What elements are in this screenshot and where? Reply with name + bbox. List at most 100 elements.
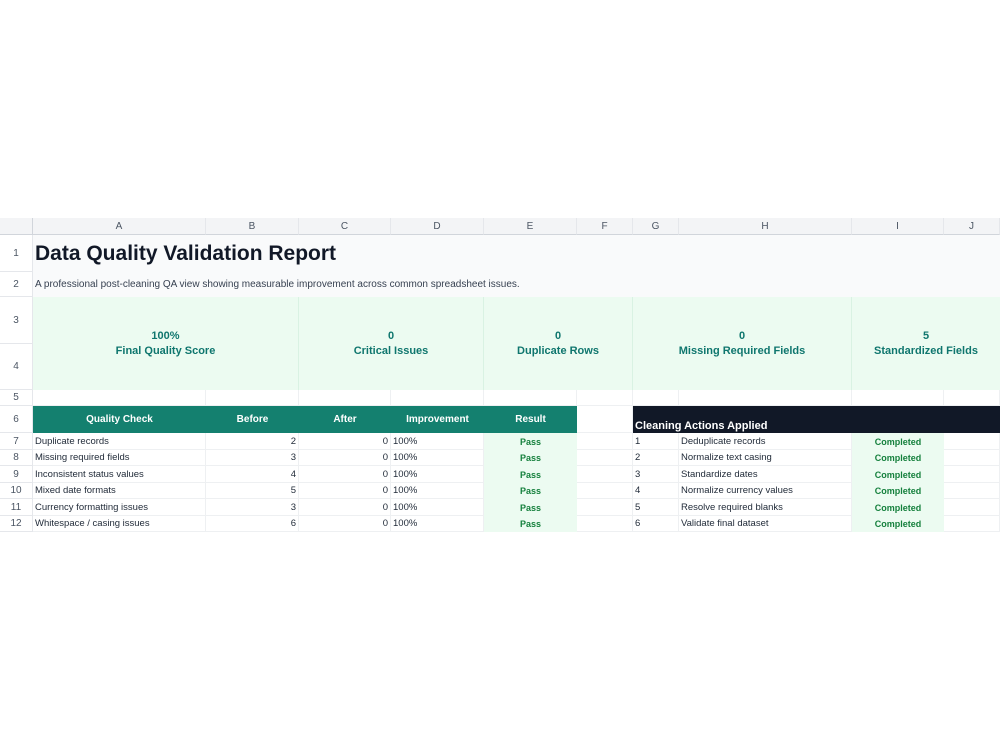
header-after[interactable]: After — [299, 406, 391, 433]
column-header-i[interactable]: I — [852, 218, 944, 235]
column-header-g[interactable]: G — [633, 218, 679, 235]
header-cleaning-actions[interactable]: Cleaning Actions Applied — [633, 406, 1000, 433]
action-cell[interactable]: Normalize text casing — [679, 450, 852, 466]
column-header-e[interactable]: E — [484, 218, 577, 235]
empty-cell[interactable] — [391, 390, 484, 406]
action-number-cell[interactable]: 1 — [633, 433, 679, 450]
quality-check-cell[interactable]: Inconsistent status values — [33, 466, 206, 483]
before-cell[interactable]: 3 — [206, 450, 299, 466]
after-cell[interactable]: 0 — [299, 466, 391, 483]
improvement-cell[interactable]: 100% — [391, 433, 484, 450]
result-cell[interactable]: Pass — [484, 516, 577, 532]
empty-cell[interactable] — [944, 390, 1000, 406]
empty-cell[interactable] — [852, 390, 944, 406]
column-header-d[interactable]: D — [391, 218, 484, 235]
action-cell[interactable]: Validate final dataset — [679, 516, 852, 532]
empty-cell[interactable] — [944, 499, 1000, 516]
empty-cell[interactable] — [577, 433, 633, 450]
empty-cell[interactable] — [577, 390, 633, 406]
action-number-cell[interactable]: 4 — [633, 483, 679, 499]
empty-cell[interactable] — [577, 406, 633, 433]
column-header-c[interactable]: C — [299, 218, 391, 235]
action-status-cell[interactable]: Completed — [852, 466, 944, 483]
column-header-a[interactable]: A — [33, 218, 206, 235]
row-header-9[interactable]: 9 — [0, 466, 33, 483]
empty-cell[interactable] — [577, 499, 633, 516]
row-header-11[interactable]: 11 — [0, 499, 33, 516]
empty-cell[interactable] — [577, 516, 633, 532]
kpi-final-quality-score[interactable]: 100% Final Quality Score — [33, 297, 299, 390]
empty-cell[interactable] — [944, 466, 1000, 483]
row-header-7[interactable]: 7 — [0, 433, 33, 450]
improvement-cell[interactable]: 100% — [391, 466, 484, 483]
empty-cell[interactable] — [577, 466, 633, 483]
empty-cell[interactable] — [679, 390, 852, 406]
row-header-5[interactable]: 5 — [0, 390, 33, 406]
page-title[interactable]: Data Quality Validation Report — [35, 235, 935, 272]
column-header-b[interactable]: B — [206, 218, 299, 235]
empty-cell[interactable] — [299, 390, 391, 406]
after-cell[interactable]: 0 — [299, 433, 391, 450]
result-cell[interactable]: Pass — [484, 499, 577, 516]
header-result[interactable]: Result — [484, 406, 577, 433]
before-cell[interactable]: 6 — [206, 516, 299, 532]
result-cell[interactable]: Pass — [484, 483, 577, 499]
row-header-6[interactable]: 6 — [0, 406, 33, 433]
action-cell[interactable]: Normalize currency values — [679, 483, 852, 499]
action-cell[interactable]: Deduplicate records — [679, 433, 852, 450]
column-header-f[interactable]: F — [577, 218, 633, 235]
result-cell[interactable]: Pass — [484, 450, 577, 466]
empty-cell[interactable] — [944, 433, 1000, 450]
action-status-cell[interactable]: Completed — [852, 516, 944, 532]
select-all-corner[interactable] — [0, 218, 33, 235]
result-cell[interactable]: Pass — [484, 466, 577, 483]
empty-cell[interactable] — [206, 390, 299, 406]
kpi-duplicate-rows[interactable]: 0 Duplicate Rows — [484, 297, 633, 390]
empty-cell[interactable] — [944, 516, 1000, 532]
column-header-h[interactable]: H — [679, 218, 852, 235]
empty-cell[interactable] — [633, 390, 679, 406]
header-before[interactable]: Before — [206, 406, 299, 433]
empty-cell[interactable] — [484, 390, 577, 406]
action-number-cell[interactable]: 6 — [633, 516, 679, 532]
quality-check-cell[interactable]: Mixed date formats — [33, 483, 206, 499]
empty-cell[interactable] — [944, 483, 1000, 499]
action-number-cell[interactable]: 2 — [633, 450, 679, 466]
quality-check-cell[interactable]: Whitespace / casing issues — [33, 516, 206, 532]
quality-check-cell[interactable]: Missing required fields — [33, 450, 206, 466]
row-header-10[interactable]: 10 — [0, 483, 33, 499]
before-cell[interactable]: 3 — [206, 499, 299, 516]
quality-check-cell[interactable]: Currency formatting issues — [33, 499, 206, 516]
empty-cell[interactable] — [577, 483, 633, 499]
result-cell[interactable]: Pass — [484, 433, 577, 450]
quality-check-cell[interactable]: Duplicate records — [33, 433, 206, 450]
page-subtitle[interactable]: A professional post-cleaning QA view sho… — [35, 272, 935, 297]
after-cell[interactable]: 0 — [299, 483, 391, 499]
action-status-cell[interactable]: Completed — [852, 433, 944, 450]
action-cell[interactable]: Resolve required blanks — [679, 499, 852, 516]
action-status-cell[interactable]: Completed — [852, 450, 944, 466]
improvement-cell[interactable]: 100% — [391, 516, 484, 532]
kpi-critical-issues[interactable]: 0 Critical Issues — [299, 297, 484, 390]
header-quality-check[interactable]: Quality Check — [33, 406, 206, 433]
row-header-3[interactable]: 3 — [0, 297, 33, 344]
improvement-cell[interactable]: 100% — [391, 499, 484, 516]
improvement-cell[interactable]: 100% — [391, 450, 484, 466]
row-header-2[interactable]: 2 — [0, 272, 33, 297]
kpi-standardized-fields[interactable]: 5 Standardized Fields — [852, 297, 1000, 390]
improvement-cell[interactable]: 100% — [391, 483, 484, 499]
action-cell[interactable]: Standardize dates — [679, 466, 852, 483]
empty-cell[interactable] — [577, 450, 633, 466]
row-header-1[interactable]: 1 — [0, 235, 33, 272]
after-cell[interactable]: 0 — [299, 516, 391, 532]
column-header-j[interactable]: J — [944, 218, 1000, 235]
after-cell[interactable]: 0 — [299, 450, 391, 466]
before-cell[interactable]: 2 — [206, 433, 299, 450]
after-cell[interactable]: 0 — [299, 499, 391, 516]
row-header-12[interactable]: 12 — [0, 516, 33, 532]
before-cell[interactable]: 5 — [206, 483, 299, 499]
empty-cell[interactable] — [33, 390, 206, 406]
empty-cell[interactable] — [944, 450, 1000, 466]
row-header-4[interactable]: 4 — [0, 344, 33, 390]
header-improvement[interactable]: Improvement — [391, 406, 484, 433]
